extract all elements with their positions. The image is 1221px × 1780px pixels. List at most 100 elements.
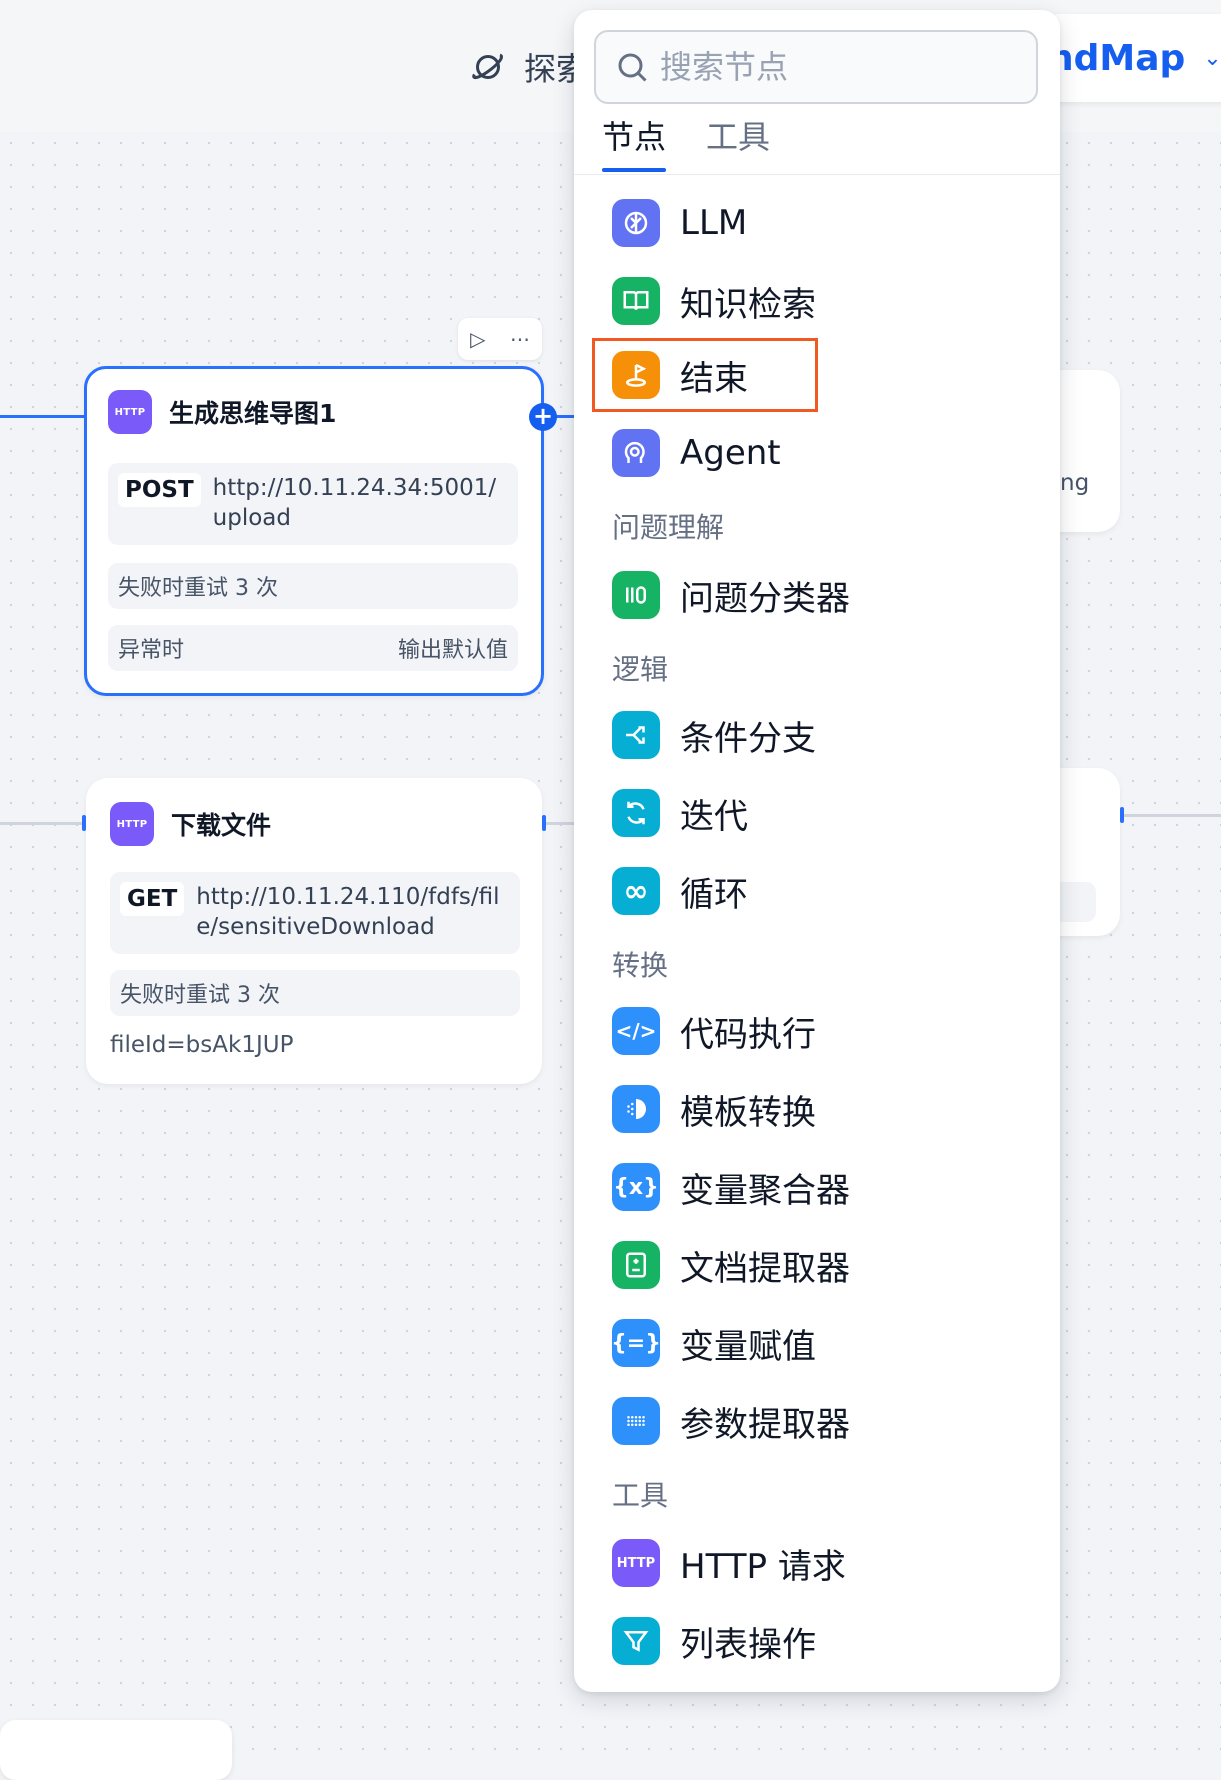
assign-icon: {=} (611, 1319, 661, 1367)
param-icon (612, 1397, 660, 1445)
node-option-variable-aggregator[interactable]: {x} 变量聚合器 (612, 1158, 850, 1216)
http-icon: HTTP (108, 390, 152, 434)
bottom-toolbar[interactable] (0, 1720, 232, 1780)
agent-icon (612, 429, 660, 477)
retry-info: 失败时重试 3 次 (110, 970, 520, 1016)
node-option-iteration[interactable]: 迭代 (612, 784, 748, 842)
option-label: 参数提取器 (680, 1404, 850, 1445)
node-option-question-classifier[interactable]: 问题分类器 (612, 566, 850, 624)
option-label: HTTP 请求 (680, 1546, 846, 1587)
node-header: HTTP 生成思维导图1 (108, 390, 336, 434)
search-box[interactable] (594, 30, 1038, 104)
section-heading: 转换 (612, 949, 669, 982)
http-icon: HTTP (612, 1539, 660, 1587)
partial-node-text: ng (1060, 470, 1090, 496)
node-option-template[interactable]: 模板转换 (612, 1080, 816, 1138)
node-option-document-extractor[interactable]: 文档提取器 (612, 1236, 850, 1294)
http-node-generate-mindmap[interactable]: HTTP 生成思维导图1 POST http://10.11.24.34:500… (84, 366, 544, 696)
retry-info: 失败时重试 3 次 (108, 563, 518, 609)
iteration-icon (612, 789, 660, 837)
option-label: 知识检索 (680, 284, 816, 325)
edge-line (546, 822, 576, 825)
tab-tools[interactable]: 工具 (706, 112, 770, 172)
book-open-icon (612, 277, 660, 325)
error-label: 异常时 (118, 638, 185, 663)
edge-line (1124, 814, 1221, 817)
search-icon (618, 53, 647, 82)
node-option-list-operator[interactable]: 列表操作 (612, 1612, 816, 1670)
tab-divider (574, 174, 1060, 175)
node-toolbar: ▷ ⋯ (458, 318, 542, 360)
node-output-handle[interactable] (542, 815, 546, 831)
brain-icon (612, 199, 660, 247)
node-title: 生成思维导图1 (169, 399, 337, 428)
retry-label: 失败时重试 3 次 (118, 576, 278, 601)
request-url: http://10.11.24.34:5001/upload (212, 475, 497, 531)
http-method: GET (120, 882, 185, 916)
retry-label: 失败时重试 3 次 (120, 983, 280, 1008)
node-option-if-else[interactable]: 条件分支 (612, 706, 816, 764)
filter-icon (612, 1617, 660, 1665)
request-url: http://10.11.24.110/fdfs/file/sensitiveD… (196, 884, 500, 940)
chevron-down-icon: ⌄ (1203, 45, 1221, 71)
node-option-variable-assigner[interactable]: {=} 变量赋值 (611, 1314, 816, 1372)
edge-line (0, 415, 84, 418)
http-node-download-file[interactable]: HTTP 下载文件 GET http://10.11.24.110/fdfs/f… (86, 778, 542, 1084)
option-label: 模板转换 (680, 1092, 816, 1133)
section-heading: 工具 (612, 1479, 669, 1512)
add-next-node-button[interactable]: + (529, 403, 557, 431)
node-option-code[interactable]: </> 代码执行 (612, 1002, 816, 1060)
error-handling: 异常时 输出默认值 (108, 625, 518, 671)
selector-tabs: 节点 工具 (602, 112, 810, 172)
node-input-handle[interactable] (1120, 807, 1124, 823)
tab-nodes[interactable]: 节点 (602, 112, 667, 172)
node-selector-panel: 节点 工具 LLM 知识检索 结束 Agent 问题理解 问题分类器 (574, 10, 1060, 1692)
app-switcher[interactable]: ndMap ⌄ (1048, 14, 1221, 102)
option-label: 结束 (680, 358, 748, 399)
play-icon[interactable]: ▷ (470, 327, 485, 351)
node-option-knowledge-retrieval[interactable]: 知识检索 (612, 272, 816, 330)
http-icon: HTTP (110, 802, 154, 846)
option-label: 代码执行 (680, 1014, 816, 1055)
edge-line (0, 822, 84, 825)
option-label: 循环 (680, 874, 748, 915)
node-input-handle[interactable] (82, 815, 86, 831)
node-option-loop[interactable]: ∞ 循环 (612, 862, 748, 920)
option-label: 迭代 (680, 796, 748, 837)
option-label: 条件分支 (680, 718, 816, 759)
variable-icon: {x} (612, 1163, 660, 1211)
node-title: 下载文件 (171, 811, 272, 840)
option-label: LLM (680, 203, 748, 243)
option-label: Agent (680, 433, 781, 473)
template-icon (612, 1085, 660, 1133)
option-label: 文档提取器 (680, 1248, 850, 1289)
param-text: fileId=bsAk1JUP (110, 1032, 294, 1058)
section-heading: 问题理解 (612, 511, 725, 544)
search-input[interactable] (658, 47, 1022, 87)
infinity-icon: ∞ (612, 867, 660, 915)
option-label: 变量赋值 (680, 1326, 816, 1367)
request-box: POST http://10.11.24.34:5001/upload (108, 463, 518, 545)
classifier-icon (612, 571, 660, 619)
node-option-agent[interactable]: Agent (612, 424, 781, 482)
option-label: 变量聚合器 (680, 1170, 850, 1211)
branch-icon (612, 711, 660, 759)
more-icon[interactable]: ⋯ (510, 327, 530, 351)
flag-end-icon (612, 351, 660, 399)
node-option-parameter-extractor[interactable]: 参数提取器 (612, 1392, 850, 1450)
explore-link[interactable]: 探索 (470, 44, 588, 90)
node-option-end[interactable]: 结束 (612, 346, 748, 404)
node-option-http-request[interactable]: HTTP HTTP 请求 (612, 1534, 846, 1592)
document-icon (612, 1241, 660, 1289)
section-heading: 逻辑 (612, 653, 669, 686)
option-label: 问题分类器 (680, 578, 850, 619)
option-label: 列表操作 (680, 1624, 816, 1665)
http-method: POST (118, 473, 201, 507)
planet-icon (472, 53, 503, 80)
request-box: GET http://10.11.24.110/fdfs/file/sensit… (110, 872, 520, 954)
code-icon: </> (612, 1007, 660, 1055)
error-value: 输出默认值 (397, 638, 508, 663)
app-name: ndMap (1048, 37, 1186, 79)
node-option-llm[interactable]: LLM (612, 194, 747, 252)
node-header: HTTP 下载文件 (110, 802, 271, 846)
